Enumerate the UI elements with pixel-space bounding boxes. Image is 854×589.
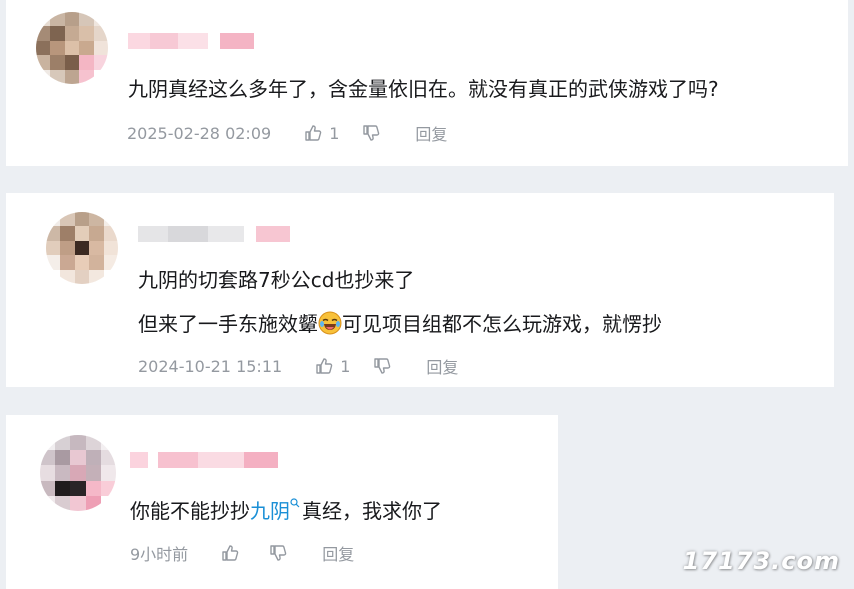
comment-text: 九阴真经这么多年了，含金量依旧在。就没有真正的武侠游戏了吗?: [128, 77, 719, 101]
timestamp: 2025-02-28 02:09: [127, 123, 272, 143]
avatar[interactable]: [46, 212, 118, 284]
search-icon[interactable]: [290, 498, 300, 508]
avatar[interactable]: [40, 435, 116, 511]
comment-text-part: 真经，我求你了: [302, 499, 442, 523]
comment-text: 你能不能抄抄九阴 真经，我求你了: [130, 498, 442, 521]
thumbs-up-icon: [222, 545, 239, 561]
thumbs-up-icon: [305, 125, 322, 141]
watermark-logo: 17173.com: [682, 547, 840, 575]
dislike-button[interactable]: [372, 356, 392, 376]
keyword-link[interactable]: 九阴: [250, 499, 290, 523]
thumbs-down-icon: [374, 358, 391, 374]
reply-button[interactable]: 回复: [415, 121, 447, 145]
dislike-button[interactable]: [361, 123, 381, 143]
like-button[interactable]: [220, 543, 246, 563]
like-count: 1: [340, 356, 351, 376]
like-button[interactable]: 1: [314, 356, 350, 376]
avatar[interactable]: [36, 12, 108, 84]
comment-text-part: 但来了一手东施效颦: [138, 312, 318, 336]
comment-text-part: 你能不能抄抄: [130, 499, 250, 523]
thumbs-up-icon: [316, 358, 333, 374]
username-blurred[interactable]: [138, 226, 290, 242]
comment-card: 你能不能抄抄九阴 真经，我求你了 9小时前 回复: [6, 415, 558, 589]
comment-text-part: 可见项目组都不怎么玩游戏，就愣抄: [342, 312, 662, 336]
comment-text-line2: 但来了一手东施效颦 可见项目组都不怎么玩游戏，就愣抄: [138, 311, 662, 335]
reply-button[interactable]: 回复: [322, 541, 354, 565]
comment-card: 九阴的切套路7秒公cd也抄来了 但来了一手东施效颦 可见项目组都不怎么玩游戏，就愣…: [6, 193, 834, 387]
timestamp: 9小时前: [130, 545, 189, 564]
comment-card: 九阴真经这么多年了，含金量依旧在。就没有真正的武侠游戏了吗? 2025-02-2…: [6, 0, 848, 166]
timestamp: 2024-10-21 15:11: [138, 356, 283, 376]
thumbs-down-icon: [270, 545, 287, 561]
comment-meta: 2025-02-28 02:09 1 回复: [127, 121, 447, 145]
username-blurred[interactable]: [130, 452, 278, 468]
like-button[interactable]: 1: [303, 123, 339, 143]
comment-meta: 9小时前 回复: [130, 541, 354, 565]
username-blurred[interactable]: [128, 33, 254, 49]
like-count: 1: [329, 123, 340, 143]
laughing-crying-emoji: [318, 311, 342, 335]
thumbs-down-icon: [363, 125, 380, 141]
dislike-button[interactable]: [268, 543, 288, 563]
comment-meta: 2024-10-21 15:11 1 回复: [138, 354, 458, 378]
comment-text-line1: 九阴的切套路7秒公cd也抄来了: [138, 268, 415, 292]
reply-button[interactable]: 回复: [426, 354, 458, 378]
